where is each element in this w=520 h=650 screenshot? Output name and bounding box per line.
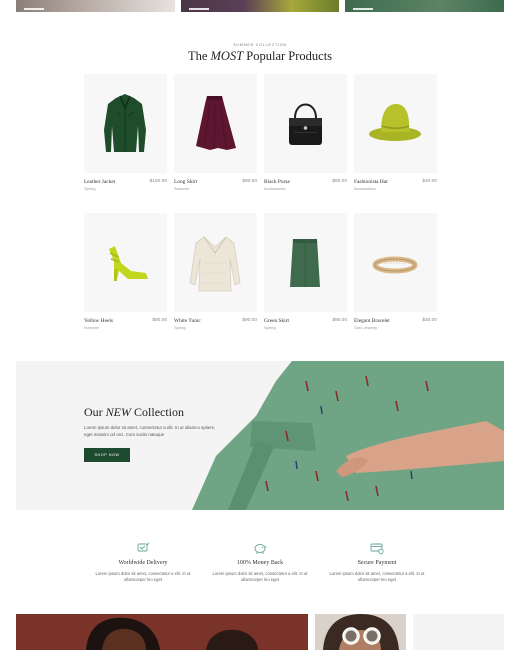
green-hat-icon: [369, 104, 421, 141]
product-name[interactable]: Green Skirt: [264, 318, 289, 324]
product-image[interactable]: [174, 213, 257, 312]
top-card-button[interactable]: [353, 8, 373, 10]
product-price: $90.00: [242, 318, 257, 323]
white-sweater-icon: [189, 236, 241, 292]
product-name[interactable]: Fashionista Hat: [354, 179, 388, 185]
bottom-sunglasses-image: [315, 614, 406, 650]
title-prefix: The: [187, 49, 211, 63]
feature-title: 100% Money Back: [236, 560, 284, 566]
feature-text: Lorem ipsum dolor sit amet, consectetur …: [212, 571, 308, 582]
product-name[interactable]: Elegant Bracelet: [354, 318, 390, 324]
feature-text: Lorem ipsum dolor sit amet, consectetur …: [329, 571, 425, 582]
product-name[interactable]: White Tunic: [174, 318, 201, 324]
shop-now-button[interactable]: Shop Now: [84, 448, 130, 462]
feature-text: Lorem ipsum dolor sit amet, consectetur …: [95, 571, 191, 582]
product-price: $40.00: [422, 179, 437, 184]
new-collection-banner: Our NEW Collection Lorem ipsum dolor sit…: [16, 361, 504, 510]
banner-title-suffix: Collection: [131, 405, 185, 419]
top-category-strip: [0, 0, 520, 12]
product-category: Spring: [174, 325, 186, 330]
product-category: Accessories: [264, 186, 286, 191]
product-price: $150.00: [149, 179, 167, 184]
top-category-card[interactable]: [181, 0, 339, 12]
secure-card-icon: [370, 543, 384, 555]
delivery-icon: [137, 542, 150, 552]
banner-description: Lorem ipsum dolor sit amet, consectetur …: [84, 425, 216, 437]
feature-title: Secure Payment: [357, 560, 397, 566]
banner-title: Our NEW Collection: [84, 405, 184, 420]
bottom-promo-card[interactable]: [413, 614, 504, 650]
bottom-promo-card[interactable]: [16, 614, 308, 650]
product-category: Summer: [174, 186, 190, 191]
bottom-promo-image: [16, 614, 308, 650]
product-name[interactable]: Leather Jacket: [84, 179, 115, 185]
top-category-card[interactable]: [16, 0, 175, 12]
product-category: Gold Jewelry: [354, 325, 378, 330]
product-card[interactable]: Leather Jacket $150.00 Spring: [84, 74, 167, 191]
product-card[interactable]: Green Skirt $90.00 Spring: [264, 213, 347, 330]
product-category: Accessories: [354, 186, 376, 191]
top-card-button[interactable]: [189, 8, 209, 10]
banner-title-emphasis: NEW: [105, 405, 132, 419]
product-category: Spring: [264, 325, 276, 330]
product-category: Summer: [84, 325, 100, 330]
title-suffix: Popular Products: [243, 49, 333, 63]
section-eyebrow: Summer Collection: [233, 43, 287, 47]
product-image[interactable]: [354, 213, 437, 312]
product-image[interactable]: [84, 213, 167, 312]
banner-title-prefix: Our: [84, 405, 106, 419]
product-image[interactable]: [84, 74, 167, 173]
product-price: $30.00: [422, 318, 437, 323]
product-name[interactable]: Black Purse: [264, 179, 290, 185]
product-image[interactable]: [354, 74, 437, 173]
top-card-button[interactable]: [24, 8, 44, 10]
feature-worldwide-delivery: Worldwide Delivery Lorem ipsum dolor sit…: [88, 541, 198, 583]
product-price: $90.00: [152, 318, 167, 323]
yellow-heels-icon: [109, 246, 148, 281]
product-image[interactable]: [174, 74, 257, 173]
product-name[interactable]: Long Skirt: [174, 179, 197, 185]
green-skirt-icon: [290, 239, 320, 287]
bottom-promo-card[interactable]: [315, 614, 406, 650]
section-title: The MOST Popular Products: [0, 49, 520, 64]
feature-secure-payment: Secure Payment Lorem ipsum dolor sit ame…: [322, 541, 432, 583]
product-card[interactable]: White Tunic $90.00 Spring: [174, 213, 257, 330]
product-card[interactable]: Black Purse $90.00 Accessories: [264, 74, 347, 191]
leather-jacket-icon: [104, 94, 146, 152]
title-emphasis: MOST: [210, 49, 244, 63]
product-category: Spring: [84, 186, 96, 191]
product-price: $80.00: [242, 179, 257, 184]
gold-bracelet-icon: [372, 256, 418, 274]
feature-title: Worldwide Delivery: [118, 560, 168, 566]
product-card[interactable]: Yellow Heels $90.00 Summer: [84, 213, 167, 330]
product-price: $90.00: [332, 318, 347, 323]
product-card[interactable]: Fashionista Hat $40.00 Accessories: [354, 74, 437, 191]
piggy-bank-icon: [254, 544, 267, 554]
top-category-card[interactable]: [345, 0, 504, 12]
feature-money-back: 100% Money Back Lorem ipsum dolor sit am…: [205, 541, 315, 583]
product-image[interactable]: [264, 74, 347, 173]
long-skirt-icon: [196, 96, 236, 150]
product-card[interactable]: Elegant Bracelet $30.00 Gold Jewelry: [354, 213, 437, 330]
product-image[interactable]: [264, 213, 347, 312]
product-card[interactable]: Long Skirt $80.00 Summer: [174, 74, 257, 191]
black-purse-icon: [289, 103, 322, 145]
product-price: $90.00: [332, 179, 347, 184]
product-name[interactable]: Yellow Heels: [84, 318, 113, 324]
